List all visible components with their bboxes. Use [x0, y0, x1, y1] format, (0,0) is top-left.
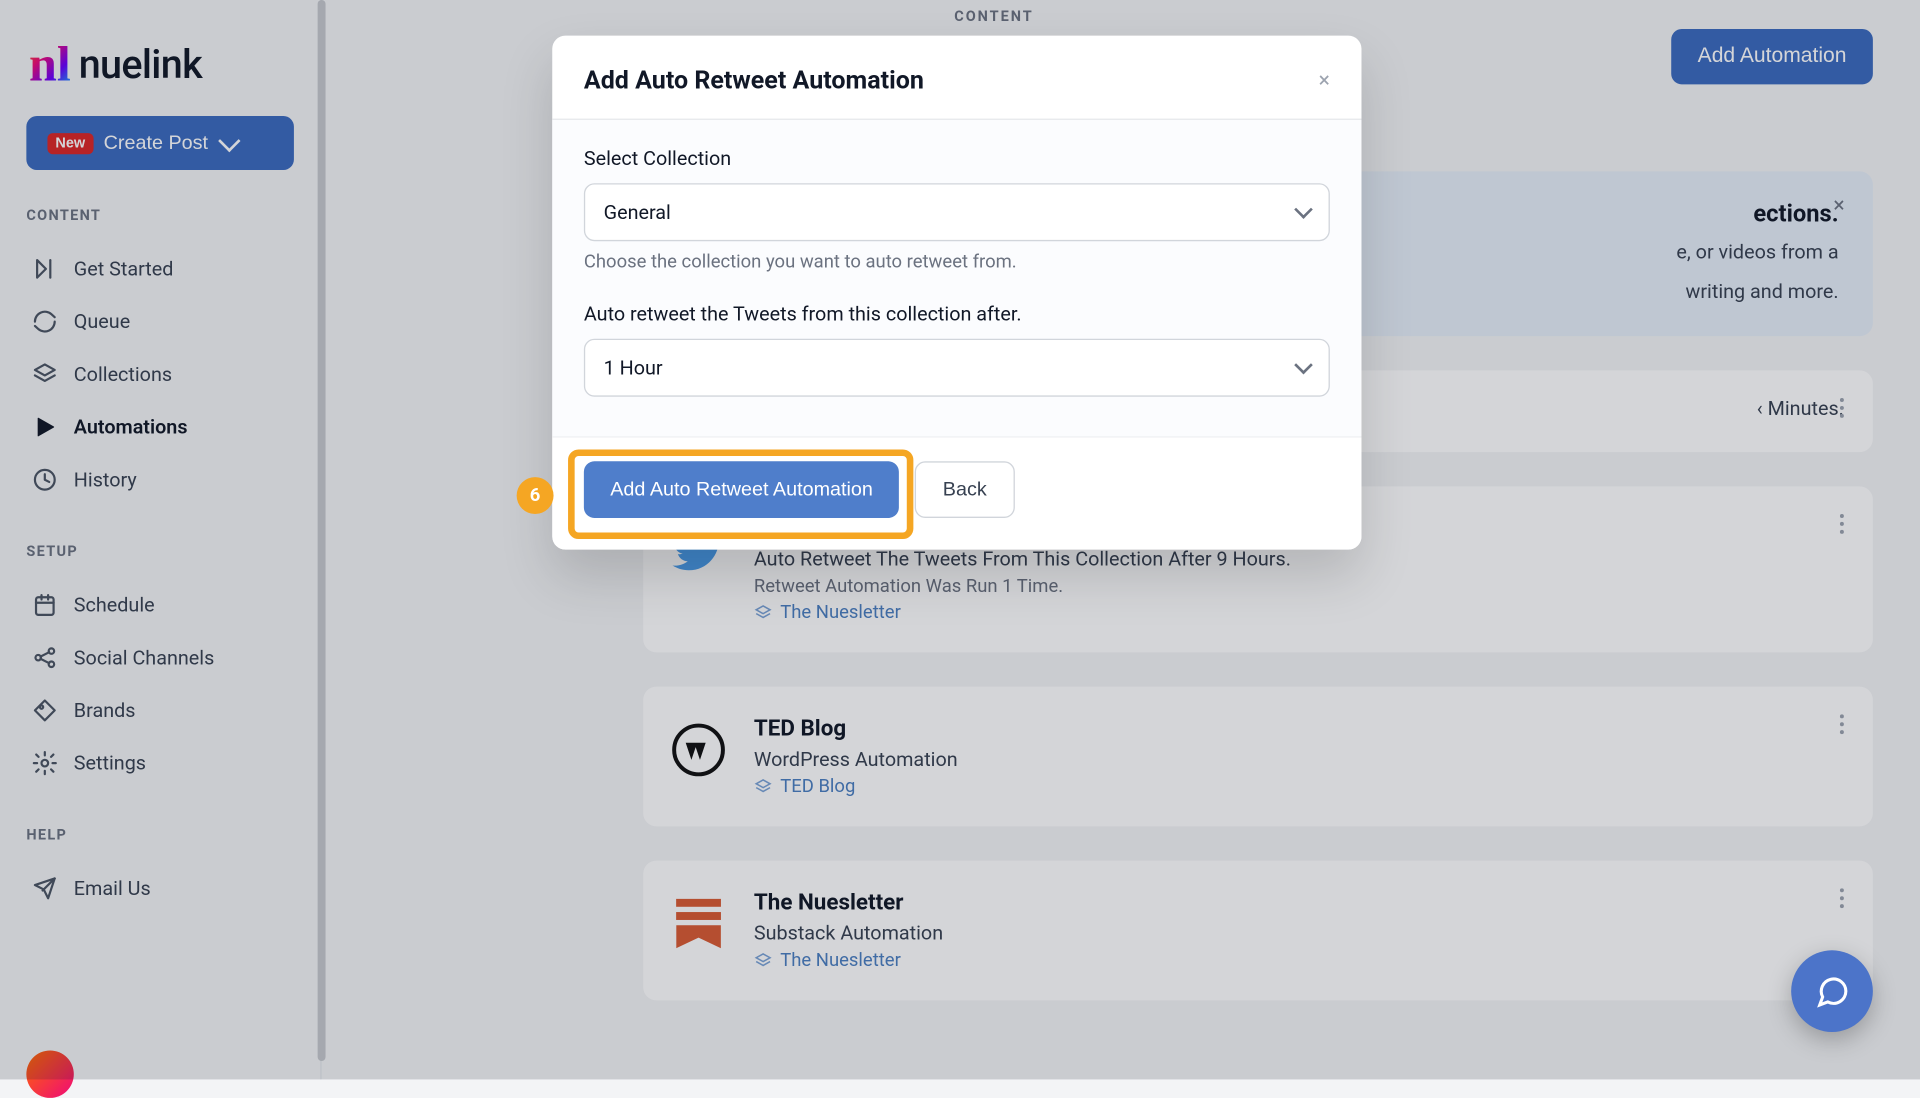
back-button[interactable]: Back — [915, 461, 1014, 518]
modal-add-auto-retweet: Add Auto Retweet Automation × Select Col… — [552, 36, 1361, 550]
field-label-delay: Auto retweet the Tweets from this collec… — [584, 302, 1330, 326]
step-badge: 6 — [517, 477, 554, 514]
field-label-collection: Select Collection — [584, 146, 1330, 170]
field-hint-collection: Choose the collection you want to auto r… — [584, 252, 1330, 273]
chevron-down-icon — [1294, 200, 1313, 219]
chevron-down-icon — [1294, 356, 1313, 375]
chat-fab[interactable] — [1791, 950, 1873, 1032]
add-auto-retweet-button[interactable]: Add Auto Retweet Automation — [584, 461, 899, 518]
chat-icon — [1814, 973, 1851, 1010]
modal-title: Add Auto Retweet Automation — [584, 65, 924, 95]
select-collection-value: General — [604, 200, 671, 224]
select-delay-value: 1 Hour — [604, 356, 663, 380]
select-delay[interactable]: 1 Hour — [584, 339, 1330, 397]
close-icon[interactable]: × — [1319, 67, 1330, 92]
select-collection[interactable]: General — [584, 183, 1330, 241]
